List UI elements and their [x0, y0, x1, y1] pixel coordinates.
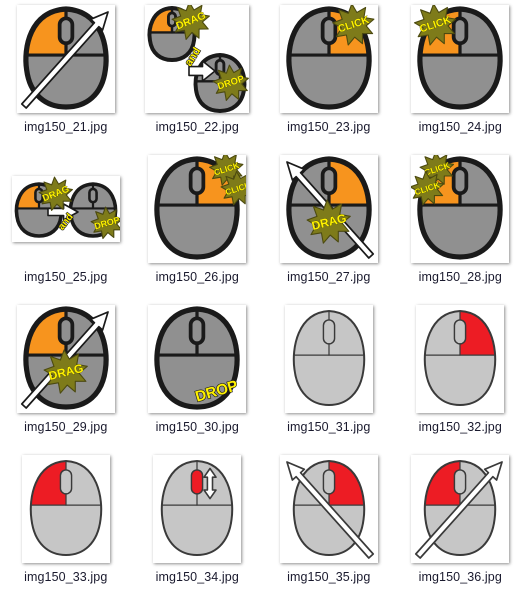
file-name-label[interactable]: img150_33.jpg — [24, 570, 107, 584]
file-item[interactable]: img150_31.jpg — [263, 300, 395, 450]
file-item[interactable]: img150_34.jpg — [132, 450, 264, 600]
file-item[interactable]: CLICK img150_23.jpg — [263, 0, 395, 150]
file-name-label[interactable]: img150_28.jpg — [419, 270, 502, 284]
mouse-thumbnail[interactable]: DRAG — [279, 154, 378, 263]
mouse-thumbnail[interactable]: CLICK — [279, 4, 378, 113]
file-name-label[interactable]: img150_30.jpg — [156, 420, 239, 434]
file-item[interactable]: DRAG img150_27.jpg — [263, 150, 395, 300]
file-item[interactable]: img150_35.jpg — [263, 450, 395, 600]
file-name-label[interactable]: img150_36.jpg — [419, 570, 502, 584]
mouse-thumbnail[interactable] — [284, 304, 373, 413]
file-name-label[interactable]: img150_31.jpg — [287, 420, 370, 434]
file-name-label[interactable]: img150_21.jpg — [24, 120, 107, 134]
thumbnail-container[interactable]: CLICK CLICK — [148, 152, 247, 265]
mouse-thumbnail[interactable] — [411, 454, 510, 563]
file-item[interactable]: CLICK img150_24.jpg — [395, 0, 526, 150]
mouse-thumbnail[interactable]: DRAG — [16, 304, 115, 413]
mouse-thumbnail[interactable] — [16, 4, 115, 113]
thumbnail-container[interactable]: DRAG and DROP — [11, 152, 120, 265]
thumbnail-container[interactable]: DRAG — [279, 152, 378, 265]
file-item[interactable]: DRAG and DROP img150_22.jpg — [132, 0, 264, 150]
thumbnail-container[interactable]: DRAG and DROP — [145, 2, 250, 115]
thumbnail-container[interactable] — [21, 452, 110, 565]
mouse-thumbnail[interactable]: CLICK — [411, 4, 510, 113]
mouse-thumbnail[interactable] — [21, 454, 110, 563]
file-name-label[interactable]: img150_24.jpg — [419, 120, 502, 134]
thumbnail-container[interactable] — [411, 452, 510, 565]
file-name-label[interactable]: img150_27.jpg — [287, 270, 370, 284]
mouse-thumbnail[interactable] — [153, 454, 242, 563]
mouse-thumbnail[interactable]: CLICKCLICK — [411, 154, 510, 263]
file-name-label[interactable]: img150_29.jpg — [24, 420, 107, 434]
file-item[interactable]: img150_32.jpg — [395, 300, 526, 450]
thumbnail-container[interactable]: DROP — [148, 302, 247, 415]
mouse-thumbnail[interactable]: CLICKCLICK — [148, 154, 247, 263]
file-name-label[interactable]: img150_34.jpg — [156, 570, 239, 584]
file-item[interactable]: CLICK CLICK img150_28.jpg — [395, 150, 526, 300]
file-item[interactable]: img150_21.jpg — [0, 0, 132, 150]
file-name-label[interactable]: img150_25.jpg — [24, 270, 107, 284]
file-name-label[interactable]: img150_23.jpg — [287, 120, 370, 134]
file-name-label[interactable]: img150_22.jpg — [156, 120, 239, 134]
mouse-thumbnail[interactable]: DROP — [148, 304, 247, 413]
file-item[interactable]: img150_33.jpg — [0, 450, 132, 600]
file-item[interactable]: DRAG img150_29.jpg — [0, 300, 132, 450]
thumbnail-container[interactable] — [416, 302, 505, 415]
file-name-label[interactable]: img150_26.jpg — [156, 270, 239, 284]
file-item[interactable]: img150_36.jpg — [395, 450, 526, 600]
file-name-label[interactable]: img150_35.jpg — [287, 570, 370, 584]
thumbnail-container[interactable] — [284, 302, 373, 415]
mouse-thumbnail[interactable] — [416, 304, 505, 413]
file-item[interactable]: DRAG and DROP img150_25.jpg — [0, 150, 132, 300]
thumbnail-container[interactable]: CLICK CLICK — [411, 152, 510, 265]
mouse-thumbnail[interactable]: DRAGandDROP — [11, 175, 120, 242]
thumbnail-container[interactable]: CLICK — [411, 2, 510, 115]
thumbnail-container[interactable]: CLICK — [279, 2, 378, 115]
thumbnail-grid: img150_21.jpg DRAG and DROP img150_22.jpg CLI… — [0, 0, 526, 600]
thumbnail-container[interactable] — [279, 452, 378, 565]
thumbnail-container[interactable]: DRAG — [16, 302, 115, 415]
thumbnail-container[interactable] — [16, 2, 115, 115]
mouse-thumbnail[interactable] — [279, 454, 378, 563]
mouse-thumbnail[interactable]: DRAGandDROP — [145, 4, 250, 113]
file-name-label[interactable]: img150_32.jpg — [419, 420, 502, 434]
file-item[interactable]: DROP img150_30.jpg — [132, 300, 264, 450]
thumbnail-container[interactable] — [153, 452, 242, 565]
file-item[interactable]: CLICK CLICK img150_26.jpg — [132, 150, 264, 300]
